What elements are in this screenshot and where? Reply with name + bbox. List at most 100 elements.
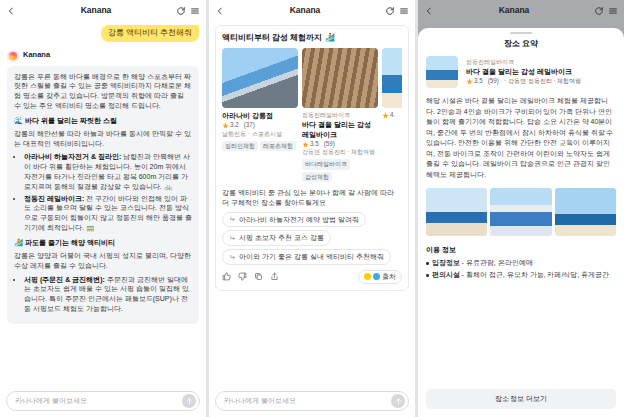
message-input[interactable] (224, 396, 391, 406)
place-photo[interactable] (426, 188, 487, 236)
share-icon[interactable] (270, 272, 279, 281)
place-description: 해당 시설은 바다 곁을 달리는 레일바이크 체험을 제공합니다. 2인승과 4… (426, 96, 616, 180)
place-location: 강동면 정동진리 · 체험여행 (302, 148, 378, 157)
assistant-name: Kanana (23, 50, 50, 61)
rating-value: 3.5 (310, 140, 319, 149)
answer-heading: 🏄 파도를 즐기는 해양 액티비티 (14, 238, 192, 248)
assistant-header: Kanana (7, 50, 199, 62)
info-title: 이용 정보 (426, 245, 616, 255)
top-bar: Kanana (209, 0, 415, 22)
info-label: 편의시설 (432, 271, 460, 278)
reply-arrow-icon (229, 235, 236, 242)
app-title: Kanana (438, 5, 590, 17)
answer-bullet: 서핑 (주문진 & 금진해변): 주문진과 금진해변 일대에는 초보자도 쉽게 … (24, 275, 192, 314)
user-message: 강릉 액티비티 추천해줘 (101, 25, 199, 42)
place-tag: 감성체험 (302, 172, 332, 182)
message-input-bar (6, 391, 200, 411)
place-subtitle: 정동진레일바이크 (466, 58, 616, 67)
result-card: 액티비티부터 감성 체험까지 🏄아라나비 강릉점3.2(37)남항진동 · 스포… (215, 25, 409, 291)
chat-body: 강릉 액티비티 추천해줘 Kanana 강릉은 푸른 동해 바다를 배경으로 한 해… (0, 22, 206, 387)
bullet-label: 아라나비 하늘자전거 & 짚라인: (24, 153, 121, 160)
info-text: 입장정보 - 유료관람, 온라인예매 (432, 258, 533, 268)
place-tags: 짚라인체험레포츠체험 (222, 139, 298, 151)
send-arrow-icon[interactable] (182, 394, 196, 408)
assistant-answer: 강릉은 푸른 동해 바다를 배경으로 한 해양 스포츠부터 짜릿한 스릴을 즐길… (7, 66, 199, 324)
place-name: 바다 곁을 달리는 감성 레일바이크 (466, 67, 616, 77)
back-icon[interactable] (6, 6, 16, 16)
reply-arrow-icon (229, 216, 236, 223)
place-subtitle: 정동진레일바이크 (302, 111, 378, 120)
rating-value: 3.5 (474, 77, 483, 86)
app-title: Kanana (229, 5, 381, 17)
user-message-row: 강릉 액티비티 추천해줘 (7, 25, 199, 42)
info-text: 편의시설 - 휠체어 접근, 유모차 가능, 카페/식당, 휴게공간 (432, 270, 610, 280)
refresh-icon[interactable] (385, 6, 395, 16)
app-title: Kanana (20, 5, 172, 17)
place-rating: 4. (382, 111, 402, 120)
menu-icon[interactable] (190, 6, 200, 16)
review-count: (37) (244, 121, 255, 130)
action-row: 출처 (222, 270, 402, 284)
review-count: (59) (324, 140, 335, 149)
place-tag: 바다레일바이크 (302, 159, 350, 169)
answer-bullet: 아라나비 하늘자전거 & 짚라인: 남항진과 안목해변 사이 바다 위를 횡단하… (24, 152, 192, 191)
message-input[interactable] (15, 396, 182, 406)
source-button[interactable]: 출처 (358, 270, 402, 284)
place-photo[interactable] (555, 188, 616, 236)
rating-value: 3.2 (230, 121, 239, 130)
menu-icon[interactable] (608, 6, 618, 16)
source-logo-icon (373, 273, 380, 280)
place-card[interactable]: 정동진레일바이크바다 곁을 달리는 감성 레일바이크3.5 (59)강동면 정동진… (302, 48, 378, 182)
place-photo (382, 48, 402, 108)
suggestion-chip[interactable]: 아라나비 하늘자전거 예약 방법 알려줘 (222, 212, 366, 228)
info-value: - 유료관람, 온라인예매 (461, 259, 532, 266)
info-value: - 휠체어 접근, 유모차 가능, 카페/식당, 휴게공간 (461, 271, 609, 278)
place-carousel: 아라나비 강릉점3.2(37)남항진동 · 스포츠시설짚라인체험레포츠체험정동진… (222, 48, 402, 182)
place-tag: 짚라인체험 (222, 141, 258, 151)
results-screen: Kanana액티비티부터 감성 체험까지 🏄아라나비 강릉점3.2(37)남항진… (209, 0, 415, 417)
kanana-avatar-icon (7, 50, 19, 62)
message-input-bar (215, 391, 409, 411)
star-icon (382, 112, 389, 119)
screenshot-stage: Kanana 강릉 액티비티 추천해줘 Kanana 강릉은 푸른 동해 바다를 배경… (0, 0, 624, 417)
refresh-icon[interactable] (176, 6, 186, 16)
suggestion-chip[interactable]: 서핑 초보자 추천 코스 강릉 (222, 230, 331, 246)
refresh-icon[interactable] (594, 6, 604, 16)
star-icon (222, 122, 229, 129)
spacer (209, 291, 415, 387)
info-label: 입장정보 (432, 259, 460, 266)
source-label: 출처 (382, 272, 396, 282)
place-name: 바다 곁을 달리는 감성 레일바이크 (302, 120, 378, 140)
answer-list: 서핑 (주문진 & 금진해변): 주문진과 금진해변 일대에는 초보자도 쉽게 … (14, 275, 192, 314)
copy-icon[interactable] (254, 272, 263, 281)
place-card[interactable]: 아라나비 강릉점3.2(37)남항진동 · 스포츠시설짚라인체험레포츠체험 (222, 48, 298, 182)
place-header: 정동진레일바이크바다 곁을 달리는 감성 레일바이크3.5(59)· 강동면 정… (426, 56, 616, 88)
place-photo (302, 48, 378, 108)
bullet-label: 서핑 (주문진 & 금진해변): (24, 276, 105, 283)
answer-heading: 🌊 바다 위를 달리는 짜릿한 스릴 (14, 116, 192, 126)
menu-icon[interactable] (399, 6, 409, 16)
star-icon (466, 78, 473, 85)
answer-bullet: 정동진 레일바이크: 전 구간이 바다와 인접해 있어 파도 소리를 들으며 달… (24, 194, 192, 233)
place-card[interactable]: 4. (382, 48, 402, 182)
more-info-button[interactable]: 장소 정보 더보기 (426, 389, 616, 410)
top-bar: Kanana (418, 0, 624, 22)
top-bar: Kanana (0, 0, 206, 22)
thumbs-up-icon[interactable] (222, 272, 231, 281)
bullet-label: 정동진 레일바이크: (24, 195, 84, 202)
back-icon[interactable] (215, 6, 225, 16)
place-tags: 바다레일바이크감성체험 (302, 157, 378, 182)
answer-paragraph: 강릉의 해안선을 따라 하늘과 바다를 동시에 만끽할 수 있는 대표적인 액티… (14, 129, 192, 149)
answer-list: 아라나비 하늘자전거 & 짚라인: 남항진과 안목해변 사이 바다 위를 횡단하… (14, 152, 192, 232)
thumbs-down-icon[interactable] (238, 272, 247, 281)
answer-paragraph: 강릉은 양양과 더불어 국내 서핑의 성지로 불리며, 다양한 수상 레저를 즐… (14, 251, 192, 271)
sheet-title: 장소 요약 (426, 38, 616, 49)
source-logo-icon (364, 273, 371, 280)
rating-value: 4. (390, 111, 395, 120)
send-arrow-icon[interactable] (391, 394, 405, 408)
suggestion-text: 아이와 가기 좋은 강릉 실내 액티비티 추천해줘 (239, 252, 384, 262)
suggestion-chip[interactable]: 아이와 가기 좋은 강릉 실내 액티비티 추천해줘 (222, 249, 391, 265)
back-icon[interactable] (424, 6, 434, 16)
place-photo[interactable] (490, 188, 551, 236)
sheet-handle[interactable] (510, 32, 532, 34)
